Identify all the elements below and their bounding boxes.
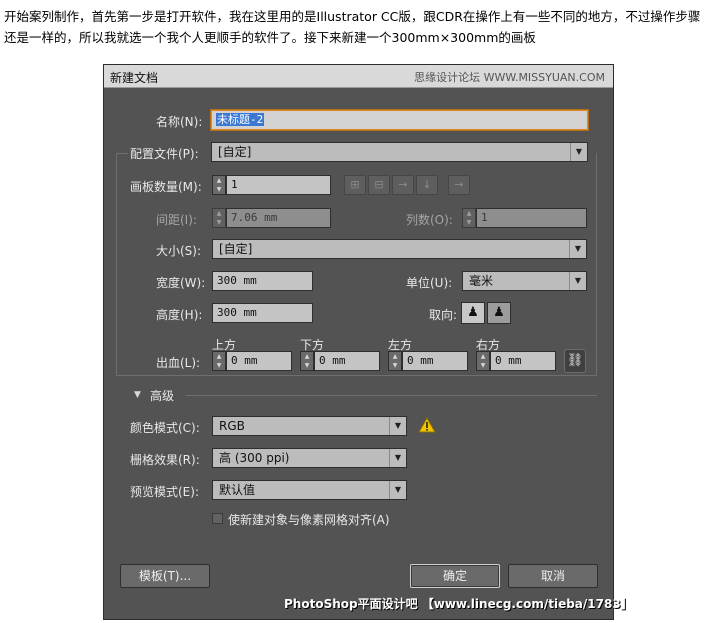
profile-select-value: [自定] (218, 145, 252, 159)
advanced-label[interactable]: 高级 (150, 387, 174, 404)
profile-label: 配置文件(P): (130, 147, 199, 161)
new-document-dialog: 新建文档 思缘设计论坛 WWW.MISSYUAN.COM 名称(N): 未标题-… (103, 64, 633, 620)
height-input[interactable]: 300 mm (212, 303, 313, 323)
down-arrow-icon: ▼ (216, 219, 222, 226)
spacing-stepper[interactable]: ▲ ▼ (212, 208, 226, 228)
profile-select[interactable]: [自定] ▼ (211, 142, 588, 162)
bleed-right-stepper[interactable]: ▲ ▼ (476, 351, 490, 371)
grid-by-row-icon[interactable]: ⊞ (344, 175, 366, 195)
right-to-left-icon[interactable]: → (448, 175, 470, 195)
intro-text: 开始案列制作，首先第一步是打开软件，我在这里用的是Illustrator CC版… (4, 9, 701, 45)
group-border (116, 375, 597, 376)
group-border (116, 153, 117, 375)
portrait-orientation-icon[interactable]: ♟ (461, 302, 485, 324)
name-input-value: 未标题-2 (216, 113, 265, 126)
link-bleed-icon[interactable]: ⛓ (564, 349, 586, 373)
chevron-down-icon: ▼ (389, 417, 406, 435)
align-pixel-grid-label[interactable]: 使新建对象与像素网格对齐(A) (228, 511, 390, 528)
raster-effects-label: 栅格效果(R): (130, 453, 200, 467)
down-arrow-icon: ▼ (392, 362, 398, 369)
up-arrow-icon: ▲ (216, 177, 222, 184)
bleed-top-stepper[interactable]: ▲ ▼ (212, 351, 226, 371)
size-select-value: [自定] (219, 242, 253, 256)
bleed-bottom-input[interactable]: 0 mm (314, 351, 380, 371)
color-mode-select-value: RGB (219, 419, 245, 433)
group-border (596, 153, 597, 375)
raster-effects-select-value: 高 (300 ppi) (219, 451, 290, 465)
arrange-by-row-icon[interactable]: → (392, 175, 414, 195)
up-arrow-icon: ▲ (304, 353, 310, 360)
cancel-button[interactable]: 取消 (508, 564, 598, 588)
ok-button[interactable]: 确定 (410, 564, 500, 588)
preview-mode-select[interactable]: 默认值 ▼ (212, 480, 407, 500)
width-label: 宽度(W): (156, 276, 206, 290)
templates-button[interactable]: 模板(T)... (120, 564, 210, 588)
artboards-stepper[interactable]: ▲ ▼ (212, 175, 226, 195)
size-select[interactable]: [自定] ▼ (212, 239, 587, 259)
forum-watermark: 思缘设计论坛 WWW.MISSYUAN.COM (414, 71, 605, 84)
preview-mode-select-value: 默认值 (219, 483, 256, 497)
down-arrow-icon: ▼ (480, 362, 486, 369)
bleed-left-input[interactable]: 0 mm (402, 351, 468, 371)
artboards-label: 画板数量(M): (130, 180, 202, 194)
artboards-input[interactable]: 1 (226, 175, 331, 195)
warning-icon (418, 417, 436, 433)
down-arrow-icon: ▼ (304, 362, 310, 369)
arrange-by-column-icon[interactable]: ↓ (416, 175, 438, 195)
up-arrow-icon: ▲ (480, 353, 486, 360)
name-label: 名称(N): (156, 115, 203, 129)
height-label: 高度(H): (156, 308, 203, 322)
units-select[interactable]: 毫米 ▼ (462, 271, 587, 291)
spacing-label: 间距(I): (156, 213, 197, 227)
columns-stepper[interactable]: ▲ ▼ (462, 208, 476, 228)
up-arrow-icon: ▲ (216, 353, 222, 360)
up-arrow-icon: ▲ (216, 210, 222, 217)
align-pixel-grid-checkbox[interactable] (212, 513, 223, 524)
units-label: 单位(U): (406, 276, 453, 290)
name-input[interactable]: 未标题-2 (211, 110, 588, 130)
down-arrow-icon: ▼ (466, 219, 472, 226)
chevron-down-icon: ▼ (569, 240, 586, 258)
color-mode-label: 颜色模式(C): (130, 421, 200, 435)
advanced-toggle-icon[interactable]: ▼ (134, 390, 141, 400)
size-label: 大小(S): (156, 244, 202, 258)
units-select-value: 毫米 (469, 274, 494, 288)
color-mode-select[interactable]: RGB ▼ (212, 416, 407, 436)
bleed-right-input[interactable]: 0 mm (490, 351, 556, 371)
spacing-input[interactable]: 7.06 mm (226, 208, 331, 228)
chevron-down-icon: ▼ (570, 143, 587, 161)
up-arrow-icon: ▲ (466, 210, 472, 217)
raster-effects-select[interactable]: 高 (300 ppi) ▼ (212, 448, 407, 468)
landscape-orientation-icon[interactable]: ♟ (487, 302, 511, 324)
down-arrow-icon: ▼ (216, 186, 222, 193)
columns-label: 列数(O): (406, 213, 453, 227)
grid-by-column-icon[interactable]: ⊟ (368, 175, 390, 195)
bleed-label: 出血(L): (156, 356, 201, 370)
up-arrow-icon: ▲ (392, 353, 398, 360)
width-input[interactable]: 300 mm (212, 271, 313, 291)
chevron-down-icon: ▼ (389, 481, 406, 499)
bottom-watermark: PhotoShop平面设计吧 【www.linecg.com/tieba/178… (284, 597, 633, 611)
down-arrow-icon: ▼ (216, 362, 222, 369)
chevron-down-icon: ▼ (389, 449, 406, 467)
bleed-bottom-stepper[interactable]: ▲ ▼ (300, 351, 314, 371)
advanced-divider (186, 395, 597, 396)
dialog-titlebar[interactable]: 新建文档 思缘设计论坛 WWW.MISSYUAN.COM (104, 65, 613, 88)
orientation-label: 取向: (429, 308, 458, 322)
chevron-down-icon: ▼ (569, 272, 586, 290)
preview-mode-label: 预览模式(E): (130, 485, 199, 499)
bleed-left-stepper[interactable]: ▲ ▼ (388, 351, 402, 371)
bleed-top-input[interactable]: 0 mm (226, 351, 292, 371)
group-border (116, 153, 128, 154)
columns-input[interactable]: 1 (476, 208, 587, 228)
dialog-title: 新建文档 (110, 71, 159, 85)
